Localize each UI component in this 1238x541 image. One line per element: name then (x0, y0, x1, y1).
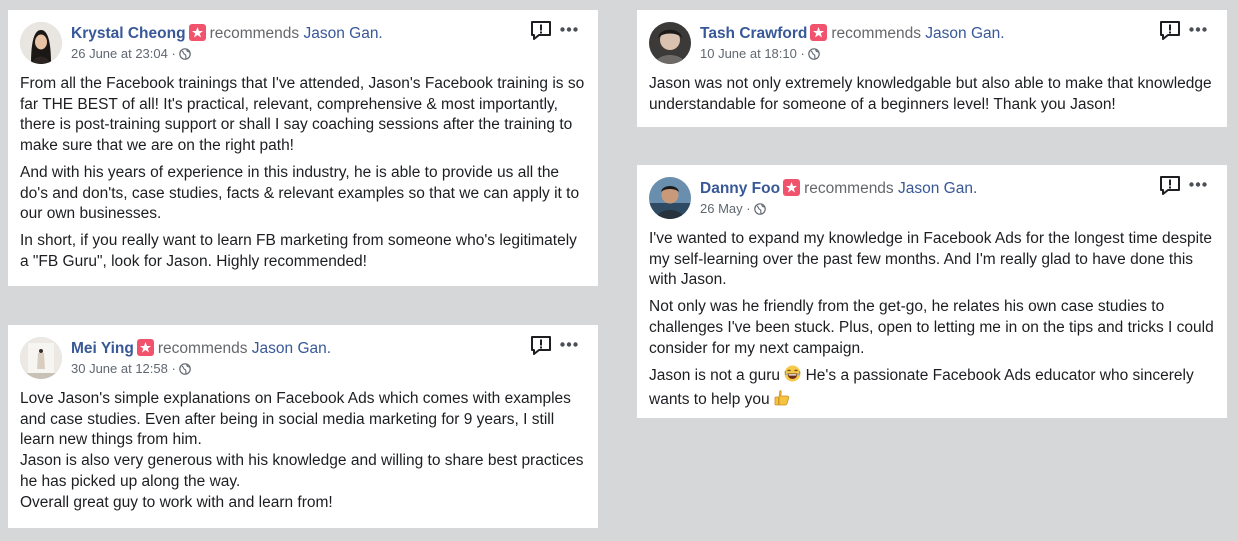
recommend-star-icon (783, 179, 801, 196)
recommend-star-icon (188, 24, 206, 41)
review-paragraph: In short, if you really want to learn FB… (20, 231, 577, 270)
review-text: I've wanted to expand my knowledge in Fa… (649, 229, 1215, 413)
review-text: Love Jason's simple explanations on Face… (20, 389, 586, 513)
review-paragraph: Jason is not a guru He's a passionate Fa… (649, 365, 1215, 412)
recommended-page-link[interactable]: Jason Gan. (303, 25, 382, 42)
review-text-segment: Jason is not a guru (649, 367, 780, 385)
review-card: Danny Foo recommends Jason Gan. 26 May · … (637, 165, 1227, 418)
recommend-star-icon (810, 24, 828, 41)
globe-icon (179, 48, 191, 64)
post-date[interactable]: 10 June at 18:10 · (700, 46, 805, 61)
avatar[interactable] (649, 177, 691, 219)
globe-icon (808, 48, 820, 64)
review-card: Tash Crawford recommends Jason Gan. 10 Ju… (637, 10, 1227, 127)
review-paragraph: Overall great guy to work with and learn… (20, 493, 333, 511)
review-header: Mei Ying recommends Jason Gan. 30 June at… (20, 325, 586, 389)
post-date[interactable]: 30 June at 12:58 · (71, 361, 176, 376)
reviewer-name[interactable]: Danny Foo (700, 180, 780, 197)
review-text: From all the Facebook trainings that I'v… (20, 74, 586, 272)
recommended-page-link[interactable]: Jason Gan. (925, 25, 1004, 42)
review-paragraph: Jason was not only extremely knowledgabl… (649, 75, 1212, 113)
recommended-page-link[interactable]: Jason Gan. (252, 340, 331, 357)
recommends-text: recommends (157, 340, 248, 357)
recommend-star-icon (136, 339, 154, 356)
globe-icon (753, 203, 766, 219)
avatar[interactable] (20, 337, 62, 379)
review-card: Krystal Cheong recommends Jason Gan. 26 J… (8, 10, 598, 286)
reviewer-name[interactable]: Krystal Cheong (71, 25, 186, 42)
laughing-emoji-icon (784, 365, 801, 389)
avatar[interactable] (649, 22, 691, 64)
review-header: Krystal Cheong recommends Jason Gan. 26 J… (20, 10, 586, 74)
post-date[interactable]: 26 May · (700, 201, 751, 216)
report-icon[interactable] (1159, 20, 1181, 40)
review-header: Tash Crawford recommends Jason Gan. 10 Ju… (649, 10, 1215, 74)
reviewer-name[interactable]: Mei Ying (71, 340, 134, 357)
thumbs-up-emoji-icon (774, 389, 790, 413)
reviewer-name[interactable]: Tash Crawford (700, 25, 807, 42)
recommends-text: recommends (804, 180, 894, 197)
more-dots-icon[interactable] (560, 342, 578, 347)
review-paragraph: Jason is also very generous with his kno… (20, 452, 584, 490)
avatar[interactable] (20, 22, 62, 64)
review-paragraph: And with his years of experience in this… (20, 163, 580, 223)
review-paragraph: Love Jason's simple explanations on Face… (20, 390, 571, 449)
recommended-page-link[interactable]: Jason Gan. (898, 180, 977, 197)
review-paragraph: Not only was he friendly from the get-go… (649, 298, 1214, 357)
review-paragraph: I've wanted to expand my knowledge in Fa… (649, 230, 1213, 289)
review-header: Danny Foo recommends Jason Gan. 26 May · (649, 165, 1215, 229)
more-dots-icon[interactable] (1189, 27, 1207, 32)
more-dots-icon[interactable] (560, 27, 578, 32)
more-dots-icon[interactable] (1189, 182, 1207, 187)
recommends-text: recommends (831, 25, 921, 42)
review-paragraph: From all the Facebook trainings that I'v… (20, 75, 585, 155)
report-icon[interactable] (1159, 175, 1181, 195)
globe-icon (179, 363, 191, 379)
recommends-text: recommends (209, 25, 300, 42)
review-card: Mei Ying recommends Jason Gan. 30 June at… (8, 325, 598, 528)
post-date[interactable]: 26 June at 23:04 · (71, 46, 176, 61)
report-icon[interactable] (530, 335, 552, 355)
review-text: Jason was not only extremely knowledgabl… (649, 74, 1215, 115)
report-icon[interactable] (530, 20, 552, 40)
